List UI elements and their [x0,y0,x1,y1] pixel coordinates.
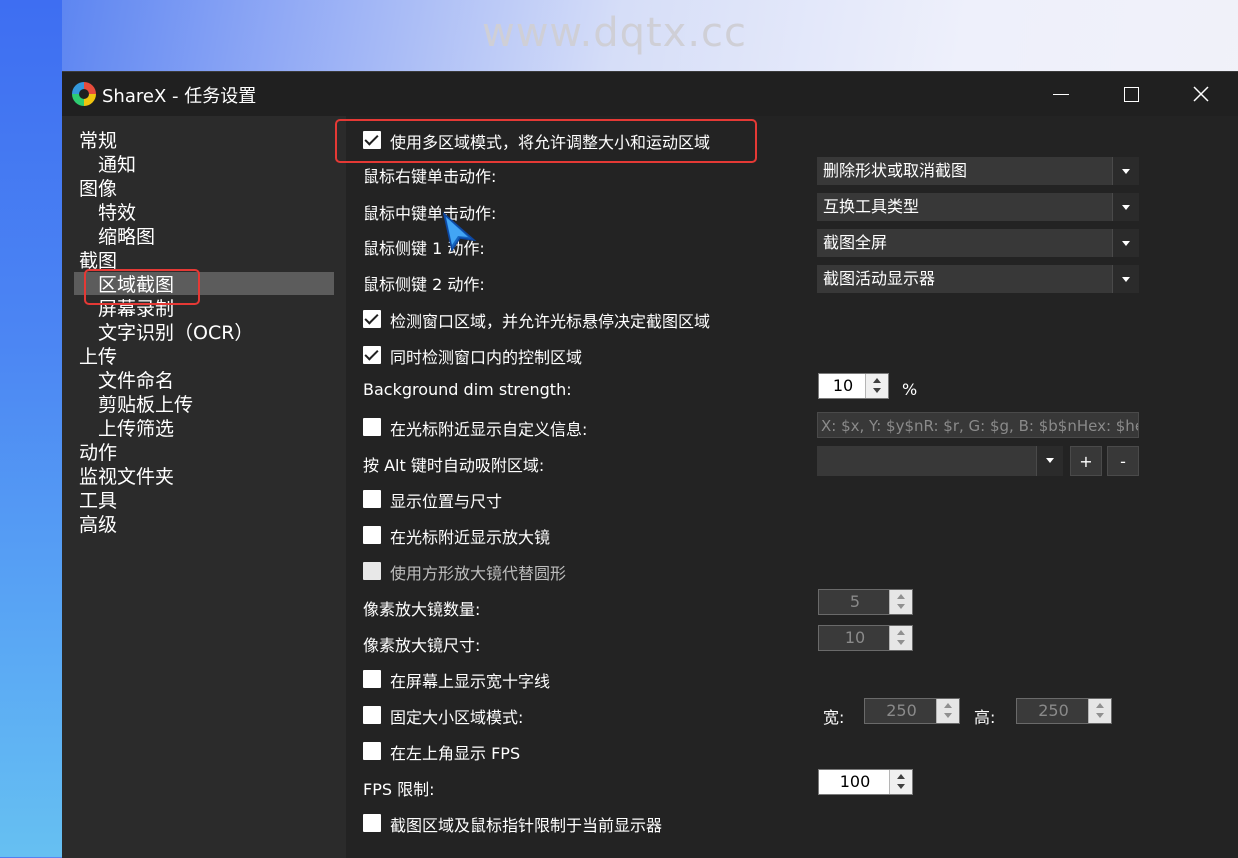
alt-snap-add-button[interactable]: + [1070,446,1102,476]
fixed-width-input[interactable]: 250 [864,698,960,724]
sidebar-item-file-naming[interactable]: 文件命名 [98,369,174,393]
watermark: www.dqtx.cc [482,10,748,56]
minimize-button[interactable] [1026,72,1096,116]
multi-region-annotation [335,119,757,163]
detect-controls-label: 同时检测窗口内的控制区域 [390,348,583,367]
fps-limit-label: FPS 限制: [363,780,435,799]
height-label: 高: [974,708,996,727]
show-fps-checkbox[interactable] [363,742,381,760]
magnifier-size-label: 像素放大镜尺寸: [363,636,481,655]
magnifier-count-input[interactable]: 5 [818,589,913,615]
spinner-arrows-icon[interactable] [865,374,888,398]
right-click-action-select[interactable]: 删除形状或取消截图 [817,157,1139,185]
right-click-value: 删除形状或取消截图 [823,161,968,180]
settings-panel: 使用多区域模式，将允许调整大小和运动区域 鼠标右键单击动作: 删除形状或取消截图… [335,116,1238,858]
side-button-1-action-select[interactable]: 截图全屏 [817,229,1139,257]
fixed-width-value: 250 [886,701,917,720]
window-title: ShareX - 任务设置 [102,86,257,107]
settings-window: ShareX - 任务设置 常规 通知 图像 特效 缩略图 截图 区域截图 屏幕… [62,71,1238,858]
spinner-arrows-icon[interactable] [889,626,912,650]
clip-monitor-checkbox[interactable] [363,814,381,832]
title-bar[interactable]: ShareX - 任务设置 [62,72,1238,116]
magnifier-size-value: 10 [844,628,866,647]
dim-unit: % [902,380,918,399]
chevron-down-icon [1112,265,1139,293]
fixed-size-checkbox[interactable] [363,706,381,724]
magnifier-count-value: 5 [849,592,861,611]
sidebar-item-watch-folders[interactable]: 监视文件夹 [79,465,174,489]
selected-item-annotation [84,269,200,305]
custom-info-input[interactable]: X: $x, Y: $y$nR: $r, G: $g, B: $b$nHex: … [817,412,1139,438]
show-position-size-checkbox[interactable] [363,490,381,508]
spinner-arrows-icon[interactable] [1088,699,1111,723]
sidebar-item-upload[interactable]: 上传 [79,345,117,369]
spinner-arrows-icon[interactable] [889,770,912,794]
side-button-2-action-select[interactable]: 截图活动显示器 [817,265,1139,293]
desktop-background [0,0,62,857]
chevron-down-icon [1036,446,1063,476]
minimize-icon [1053,93,1069,95]
fps-limit-value: 100 [839,772,871,791]
crosshair-checkbox[interactable] [363,670,381,688]
sidebar-item-image[interactable]: 图像 [79,177,117,201]
clip-monitor-label: 截图区域及鼠标指针限制于当前显示器 [390,816,663,835]
fixed-height-value: 250 [1038,701,1069,720]
detect-controls-checkbox[interactable] [363,346,381,364]
dim-strength-input[interactable]: 10 [818,373,889,399]
sidebar-item-clipboard-upload[interactable]: 剪贴板上传 [98,393,193,417]
magnifier-count-label: 像素放大镜数量: [363,600,481,619]
detect-windows-label: 检测窗口区域，并允许光标悬停决定截图区域 [390,312,711,331]
square-magnifier-checkbox[interactable] [363,562,381,580]
spinner-arrows-icon[interactable] [936,699,959,723]
close-button[interactable] [1166,72,1236,116]
detect-windows-checkbox[interactable] [363,310,381,328]
sidebar-item-ocr[interactable]: 文字识别（OCR） [98,321,253,345]
alt-snap-remove-button[interactable]: - [1107,446,1139,476]
sidebar-nav: 常规 通知 图像 特效 缩略图 截图 区域截图 屏幕录制 文字识别（OCR） 上… [62,116,346,858]
alt-snap-select[interactable] [817,446,1063,476]
dim-strength-value: 10 [832,376,854,395]
square-magnifier-label: 使用方形放大镜代替圆形 [390,564,567,583]
sidebar-item-actions[interactable]: 动作 [79,441,117,465]
custom-info-checkbox[interactable] [363,418,381,436]
sidebar-item-general[interactable]: 常规 [79,129,117,153]
mouse-cursor-icon [442,211,477,252]
show-fps-label: 在左上角显示 FPS [390,744,521,763]
fixed-size-label: 固定大小区域模式: [390,708,524,727]
fixed-height-input[interactable]: 250 [1016,698,1112,724]
sidebar-item-tools[interactable]: 工具 [79,489,117,513]
sidebar-item-notifications[interactable]: 通知 [98,153,136,177]
maximize-button[interactable] [1096,72,1166,116]
side-button-2-value: 截图活动显示器 [823,269,936,288]
show-magnifier-checkbox[interactable] [363,526,381,544]
show-magnifier-label: 在光标附近显示放大镜 [390,528,551,547]
crosshair-label: 在屏幕上显示宽十字线 [390,672,551,691]
fps-limit-input[interactable]: 100 [818,769,913,795]
chevron-down-icon [1112,157,1139,185]
middle-click-action-select[interactable]: 互换工具类型 [817,193,1139,221]
right-click-label: 鼠标右键单击动作: [363,167,497,186]
maximize-icon [1123,86,1139,102]
close-icon [1193,86,1209,102]
chevron-down-icon [1112,193,1139,221]
spinner-arrows-icon[interactable] [889,590,912,614]
sidebar-item-thumbnail[interactable]: 缩略图 [98,225,155,249]
middle-click-value: 互换工具类型 [823,197,920,216]
sidebar-item-effects[interactable]: 特效 [98,201,136,225]
magnifier-size-input[interactable]: 10 [818,625,913,651]
side-button-1-value: 截图全屏 [823,233,888,252]
alt-snap-label: 按 Alt 键时自动吸附区域: [363,456,545,475]
sidebar-item-upload-filter[interactable]: 上传筛选 [98,417,174,441]
sharex-logo-icon [72,82,96,106]
custom-info-label: 在光标附近显示自定义信息: [390,420,588,439]
side-button-2-label: 鼠标侧键 2 动作: [363,275,485,294]
chevron-down-icon [1112,229,1139,257]
show-position-size-label: 显示位置与尺寸 [390,492,503,511]
sidebar-item-advanced[interactable]: 高级 [79,513,117,537]
width-label: 宽: [823,708,845,727]
dim-strength-label: Background dim strength: [363,380,572,399]
